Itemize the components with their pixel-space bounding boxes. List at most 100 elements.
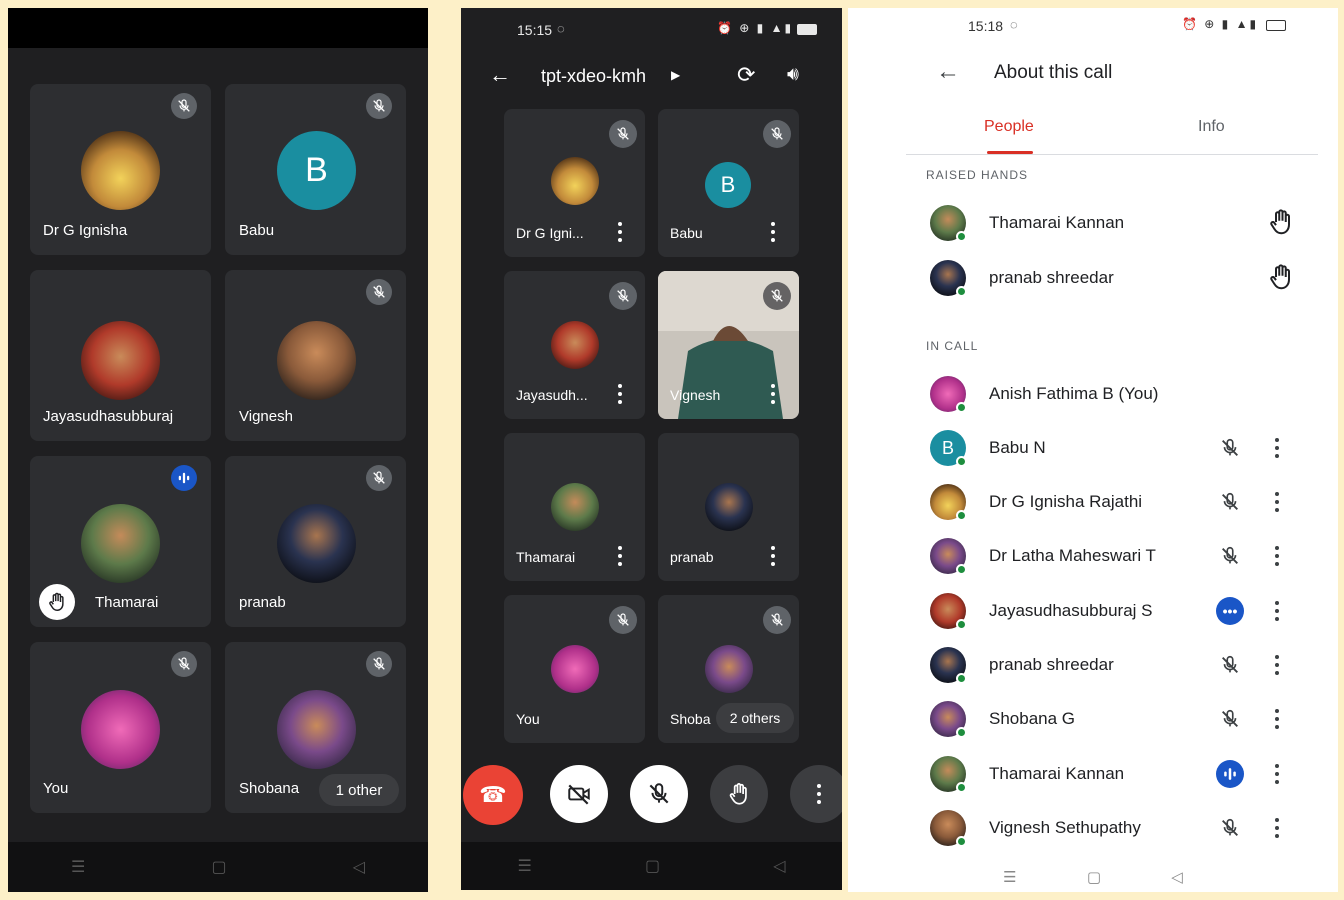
participant-tile[interactable]: Shobana 1 other bbox=[225, 642, 406, 813]
back-arrow-icon[interactable]: ← bbox=[489, 62, 511, 88]
sync-icon: ◌ bbox=[1010, 17, 1018, 32]
avatar: B bbox=[277, 131, 356, 210]
participant-tile[interactable]: Thamarai bbox=[30, 456, 211, 627]
speaking-dots-icon[interactable]: ••• bbox=[1216, 597, 1244, 625]
more-options-icon[interactable] bbox=[770, 384, 776, 404]
more-vert-icon[interactable] bbox=[1274, 764, 1280, 784]
more-options-button[interactable] bbox=[790, 765, 842, 823]
back-icon[interactable]: ◁ bbox=[353, 857, 365, 877]
battery-icon bbox=[797, 24, 817, 35]
meeting-code[interactable]: tpt-xdeo-kmh bbox=[541, 66, 646, 87]
avatar: B bbox=[705, 162, 751, 208]
home-icon[interactable]: ▢ bbox=[645, 856, 660, 876]
others-badge[interactable]: 2 others bbox=[716, 703, 794, 733]
others-badge[interactable]: 1 other bbox=[319, 774, 399, 806]
raised-hand-icon bbox=[39, 584, 75, 620]
home-icon[interactable]: ▢ bbox=[211, 857, 226, 877]
participant-name: Thamarai bbox=[95, 594, 159, 611]
participant-row[interactable]: Thamarai Kannan bbox=[926, 203, 1306, 243]
avatar bbox=[81, 321, 160, 400]
mic-off-icon bbox=[763, 606, 791, 634]
more-vert-icon[interactable] bbox=[1274, 601, 1280, 621]
online-indicator bbox=[956, 782, 967, 793]
participant-name: Jayasudhasubburaj bbox=[43, 408, 174, 425]
raise-hand-button[interactable] bbox=[710, 765, 768, 823]
more-options-icon[interactable] bbox=[617, 546, 623, 566]
more-options-icon[interactable] bbox=[770, 546, 776, 566]
mic-off-icon bbox=[763, 120, 791, 148]
more-options-icon[interactable] bbox=[770, 222, 776, 242]
participant-name: pranab bbox=[239, 594, 286, 611]
participant-row[interactable]: pranab shreedar bbox=[926, 258, 1306, 298]
end-call-button[interactable]: ☎ bbox=[463, 765, 523, 825]
avatar bbox=[277, 504, 356, 583]
more-vert-icon bbox=[816, 784, 822, 804]
speaker-icon[interactable]: 🔊︎ bbox=[787, 64, 799, 86]
mic-off-icon[interactable] bbox=[1216, 651, 1244, 679]
back-icon[interactable]: ◁ bbox=[1171, 868, 1183, 886]
participant-row[interactable]: B Babu N bbox=[926, 428, 1306, 468]
more-options-icon[interactable] bbox=[617, 384, 623, 404]
participant-video-tile[interactable]: Vignesh bbox=[658, 271, 799, 419]
mic-toggle-button[interactable] bbox=[630, 765, 688, 823]
participant-name: You bbox=[516, 711, 540, 727]
more-vert-icon[interactable] bbox=[1274, 818, 1280, 838]
more-vert-icon[interactable] bbox=[1274, 492, 1280, 512]
participant-tile[interactable]: You bbox=[504, 595, 645, 743]
mic-off-icon bbox=[171, 651, 197, 677]
participant-name: Anish Fathima B (You) bbox=[989, 384, 1159, 403]
back-arrow-icon[interactable]: ← bbox=[936, 58, 960, 86]
participant-row[interactable]: Dr Latha Maheswari T bbox=[926, 536, 1306, 576]
more-vert-icon[interactable] bbox=[1274, 546, 1280, 566]
back-icon[interactable]: ◁ bbox=[773, 856, 785, 876]
chevron-right-icon[interactable]: ▶ bbox=[671, 68, 680, 82]
participant-tile[interactable]: You bbox=[30, 642, 211, 813]
participant-name: Jayasudh... bbox=[516, 387, 588, 403]
participant-tile[interactable]: B Babu bbox=[225, 84, 406, 255]
speaking-icon[interactable] bbox=[1216, 760, 1244, 788]
participant-row[interactable]: Jayasudhasubburaj S ••• bbox=[926, 591, 1306, 631]
raised-hand-icon[interactable] bbox=[1266, 207, 1296, 237]
menu-icon[interactable]: ☰ bbox=[1003, 868, 1016, 886]
system-nav-bar: ☰ ▢ ◁ bbox=[461, 842, 842, 890]
tab-info[interactable]: Info bbox=[1198, 118, 1225, 136]
participant-row[interactable]: Anish Fathima B (You) bbox=[926, 374, 1306, 414]
participant-tile[interactable]: Dr G Igni... bbox=[504, 109, 645, 257]
mic-off-icon[interactable] bbox=[1216, 814, 1244, 842]
menu-icon[interactable]: ☰ bbox=[518, 856, 532, 876]
page-title: About this call bbox=[994, 62, 1113, 83]
participant-row[interactable]: Vignesh Sethupathy bbox=[926, 808, 1306, 848]
participant-tile[interactable]: Thamarai bbox=[504, 433, 645, 581]
participant-tile[interactable]: Shoba 2 others bbox=[658, 595, 799, 743]
mic-off-icon[interactable] bbox=[1216, 542, 1244, 570]
online-indicator bbox=[956, 231, 967, 242]
raised-hand-icon[interactable] bbox=[1266, 262, 1296, 292]
camera-toggle-button[interactable] bbox=[550, 765, 608, 823]
participant-tile[interactable]: Jayasudhasubburaj bbox=[30, 270, 211, 441]
online-indicator bbox=[956, 456, 967, 467]
status-time: 15:15 bbox=[517, 22, 553, 38]
participant-row[interactable]: pranab shreedar bbox=[926, 645, 1306, 685]
menu-icon[interactable]: ☰ bbox=[71, 857, 85, 877]
switch-camera-icon[interactable]: ⟳ bbox=[737, 62, 755, 88]
more-vert-icon[interactable] bbox=[1274, 655, 1280, 675]
participant-tile[interactable]: pranab bbox=[658, 433, 799, 581]
mic-off-icon[interactable] bbox=[1216, 434, 1244, 462]
home-icon[interactable]: ▢ bbox=[1087, 868, 1101, 886]
mic-off-icon[interactable] bbox=[1216, 705, 1244, 733]
participant-row[interactable]: Shobana G bbox=[926, 699, 1306, 739]
mic-off-icon bbox=[366, 279, 392, 305]
participant-tile[interactable]: B Babu bbox=[658, 109, 799, 257]
participant-tile[interactable]: Vignesh bbox=[225, 270, 406, 441]
participant-row[interactable]: Thamarai Kannan bbox=[926, 754, 1306, 794]
participant-row[interactable]: Dr G Ignisha Rajathi bbox=[926, 482, 1306, 522]
mic-off-icon[interactable] bbox=[1216, 488, 1244, 516]
more-vert-icon[interactable] bbox=[1274, 709, 1280, 729]
more-options-icon[interactable] bbox=[617, 222, 623, 242]
participant-tile[interactable]: pranab bbox=[225, 456, 406, 627]
more-vert-icon[interactable] bbox=[1274, 438, 1280, 458]
participant-tile[interactable]: Jayasudh... bbox=[504, 271, 645, 419]
tab-people[interactable]: People bbox=[984, 118, 1034, 136]
speaking-icon bbox=[171, 465, 197, 491]
participant-tile[interactable]: Dr G Ignisha bbox=[30, 84, 211, 255]
